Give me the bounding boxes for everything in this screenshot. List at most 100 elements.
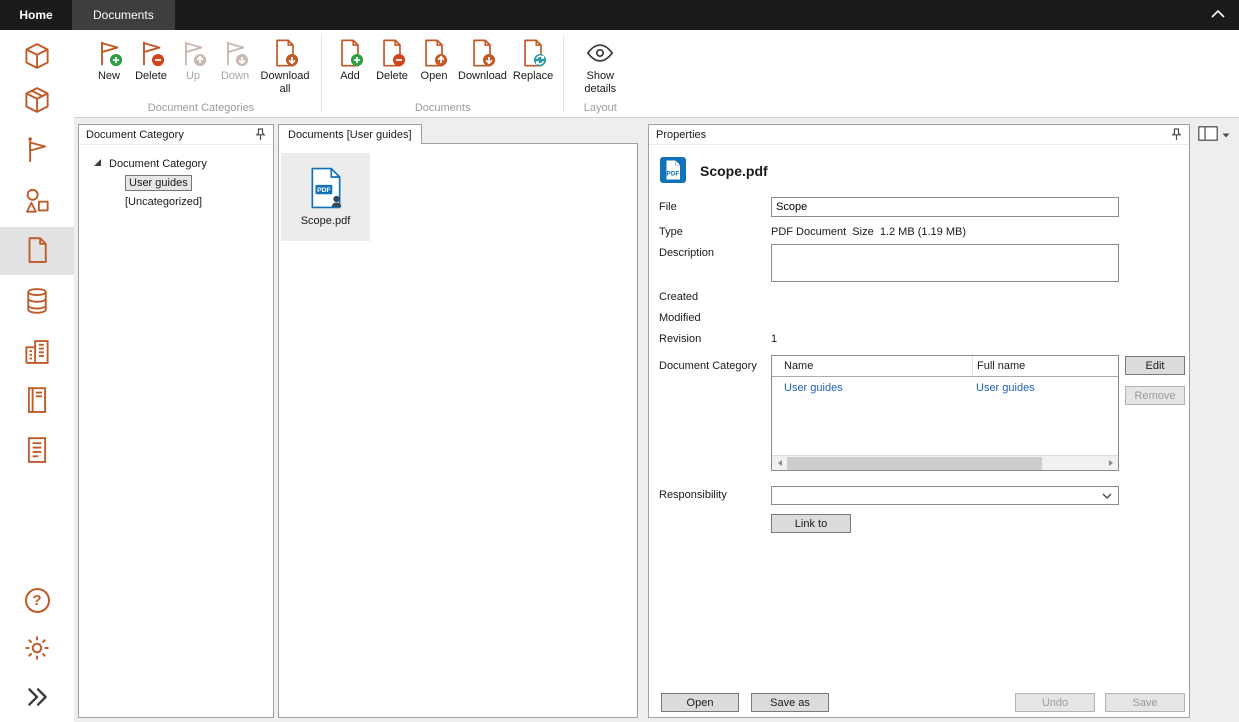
book-icon xyxy=(22,385,52,418)
pdf-file-icon: PDF xyxy=(308,167,344,212)
new-category-button[interactable]: New xyxy=(88,35,130,85)
caret-down-icon xyxy=(1222,129,1230,141)
chevron-down-icon xyxy=(1102,490,1112,502)
ribbon-button-label: Download all xyxy=(259,70,311,95)
double-chevron-right-icon xyxy=(24,684,50,713)
sidebar-item-help[interactable]: ? xyxy=(0,576,74,624)
ribbon: New Delete Up Down Download all xyxy=(74,30,1239,118)
help-icon: ? xyxy=(25,588,50,613)
description-input[interactable] xyxy=(771,244,1119,282)
scroll-right-arrow[interactable] xyxy=(1103,456,1118,470)
nav-rail: ? xyxy=(0,30,74,722)
link-to-button[interactable]: Link to xyxy=(771,514,851,533)
sidebar-item-products[interactable] xyxy=(0,77,74,125)
responsibility-label: Responsibility xyxy=(659,489,727,501)
add-document-button[interactable]: Add xyxy=(329,35,371,85)
ribbon-button-label: Delete xyxy=(135,70,167,83)
document-category-label: Document Category xyxy=(659,360,757,372)
file-item-scope-pdf[interactable]: PDF Scope.pdf xyxy=(281,153,370,241)
document-title: Scope.pdf xyxy=(700,163,768,179)
document-category-table: Name Full name User guides User guides xyxy=(771,355,1119,471)
sidebar-item-data[interactable] xyxy=(0,278,74,326)
panel-header: Properties xyxy=(649,125,1189,145)
tree-item-label-selected: User guides xyxy=(125,175,192,191)
file-name-input[interactable] xyxy=(771,197,1119,217)
ribbon-button-label: New xyxy=(98,70,120,83)
column-header-full-name[interactable]: Full name xyxy=(972,356,1118,376)
eye-icon xyxy=(585,37,615,69)
sidebar-item-reports[interactable] xyxy=(0,427,74,475)
created-label: Created xyxy=(659,291,698,303)
sidebar-item-milestones[interactable] xyxy=(0,127,74,175)
ribbon-group-documents: Add Delete Open Download Replace xyxy=(325,30,560,117)
ribbon-button-label: Replace xyxy=(513,70,553,83)
document-plus-icon xyxy=(335,37,365,69)
move-category-up-button[interactable]: Up xyxy=(172,35,214,85)
ribbon-group-layout: Show details Layout xyxy=(567,30,633,117)
open-button[interactable]: Open xyxy=(661,693,739,712)
ribbon-button-label: Delete xyxy=(376,70,408,83)
cell-name: User guides xyxy=(772,382,972,394)
save-button[interactable]: Save xyxy=(1105,693,1185,712)
layout-options-button[interactable] xyxy=(1198,126,1230,144)
tab-documents-user-guides[interactable]: Documents [User guides] xyxy=(278,124,422,144)
home-button[interactable]: Home xyxy=(0,0,72,30)
pin-icon[interactable] xyxy=(255,128,266,141)
flag-icon xyxy=(22,135,52,168)
scroll-left-arrow[interactable] xyxy=(772,456,787,470)
category-tree: Document Category User guides [Uncategor… xyxy=(79,145,273,211)
tree-item-user-guides[interactable]: User guides xyxy=(79,173,273,192)
ribbon-button-label: Down xyxy=(221,70,249,83)
tree-expander-icon[interactable] xyxy=(93,158,102,170)
undo-button[interactable]: Undo xyxy=(1015,693,1095,712)
column-header-name[interactable]: Name xyxy=(772,360,972,372)
download-all-button[interactable]: Download all xyxy=(256,35,314,97)
pdf-type-icon: PDF xyxy=(659,156,687,187)
delete-document-button[interactable]: Delete xyxy=(371,35,413,85)
responsibility-dropdown[interactable] xyxy=(771,486,1119,505)
sidebar-item-components[interactable] xyxy=(0,178,74,226)
database-icon xyxy=(22,286,52,319)
sidebar-item-handbook[interactable] xyxy=(0,377,74,425)
type-value: PDF Document Size 1.2 MB (1.19 MB) xyxy=(771,226,1119,238)
tree-item-uncategorized[interactable]: [Uncategorized] xyxy=(79,192,273,211)
remove-button[interactable]: Remove xyxy=(1125,386,1185,405)
chevron-up-icon xyxy=(1211,9,1225,21)
tree-item-document-category[interactable]: Document Category xyxy=(79,154,273,173)
show-details-button[interactable]: Show details xyxy=(571,35,629,97)
document-header: PDF Scope.pdf xyxy=(659,156,768,186)
table-row[interactable]: User guides User guides xyxy=(772,377,1118,394)
collapse-ribbon-button[interactable] xyxy=(1203,0,1233,30)
pin-icon[interactable] xyxy=(1171,128,1182,141)
sidebar-item-projects[interactable] xyxy=(0,33,74,81)
flag-plus-icon xyxy=(94,37,124,69)
ribbon-group-label: Layout xyxy=(571,102,629,117)
ribbon-group-label: Document Categories xyxy=(88,102,314,117)
document-minus-icon xyxy=(377,37,407,69)
sidebar-item-documents[interactable] xyxy=(0,227,74,275)
ribbon-button-label: Show details xyxy=(574,70,626,95)
download-document-button[interactable]: Download xyxy=(455,35,510,85)
sidebar-item-organization[interactable] xyxy=(0,328,74,376)
delete-category-button[interactable]: Delete xyxy=(130,35,172,85)
split-window-icon xyxy=(1198,126,1218,144)
sidebar-item-settings[interactable] xyxy=(0,625,74,673)
move-category-down-button[interactable]: Down xyxy=(214,35,256,85)
open-document-button[interactable]: Open xyxy=(413,35,455,85)
replace-document-button[interactable]: Replace xyxy=(510,35,556,85)
ribbon-separator xyxy=(321,35,322,112)
titlebar: Home Documents xyxy=(0,0,1239,30)
content-area: Document Category Document Category User… xyxy=(74,118,1239,722)
tree-item-label: Document Category xyxy=(109,158,207,170)
file-name-label: Scope.pdf xyxy=(301,215,351,227)
document-category-panel: Document Category Document Category User… xyxy=(78,124,274,718)
save-as-button[interactable]: Save as xyxy=(751,693,829,712)
documents-panel: Documents [User guides] PDF Scope.pdf xyxy=(278,124,638,718)
horizontal-scrollbar[interactable] xyxy=(772,455,1118,470)
sidebar-item-expand[interactable] xyxy=(0,674,74,722)
scrollbar-thumb[interactable] xyxy=(787,457,1042,470)
tab-documents[interactable]: Documents xyxy=(72,0,175,30)
type-label: Type xyxy=(659,226,683,238)
edit-button[interactable]: Edit xyxy=(1125,356,1185,375)
cube-icon xyxy=(22,41,52,74)
